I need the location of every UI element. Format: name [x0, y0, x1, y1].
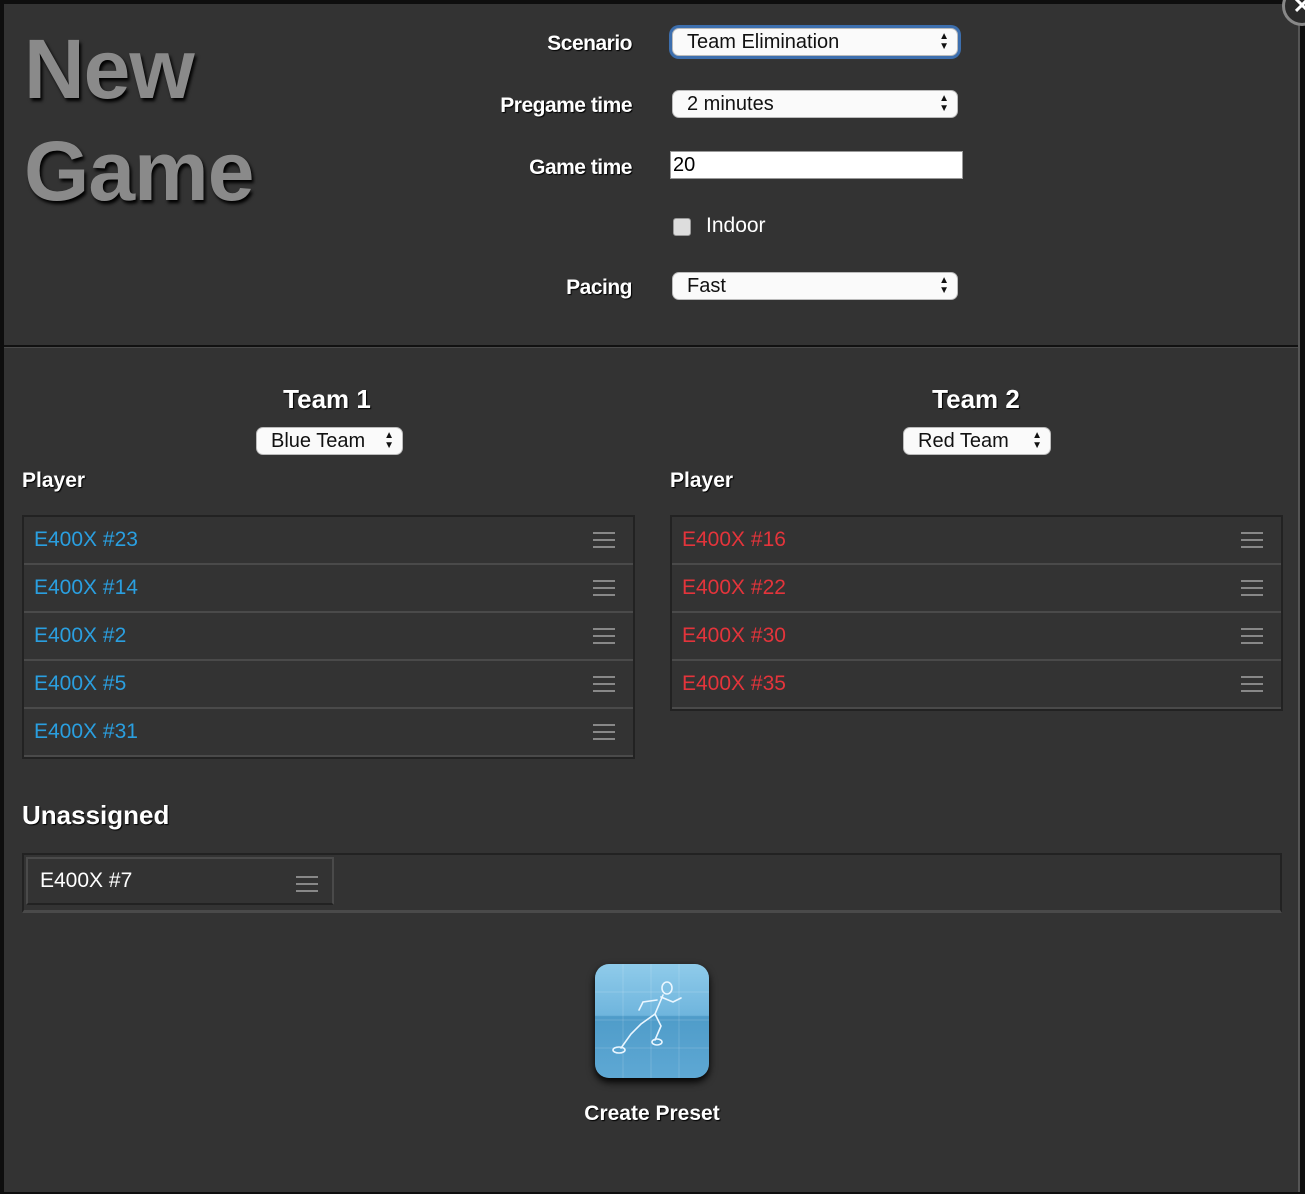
player-row[interactable]: E400X #14 [24, 565, 633, 613]
drag-handle-icon[interactable] [296, 876, 318, 897]
player-name: E400X #7 [40, 869, 133, 892]
select-arrows-icon: ▲ ▼ [939, 93, 949, 114]
player-row[interactable]: E400X #35 [672, 661, 1281, 709]
drag-handle-icon[interactable] [1241, 628, 1263, 649]
player-name: E400X #30 [682, 624, 786, 647]
pacing-select[interactable]: Fast ▲ ▼ [672, 272, 958, 300]
select-arrows-icon: ▲ ▼ [384, 430, 394, 451]
player-row[interactable]: E400X #16 [672, 517, 1281, 565]
scenario-value: Team Elimination [687, 31, 840, 53]
scenario-select[interactable]: Team Elimination ▲ ▼ [672, 28, 958, 56]
team1-value: Blue Team [271, 430, 366, 452]
player-name: E400X #2 [34, 624, 127, 647]
page-title: New Game [24, 18, 254, 222]
team2-player-list: E400X #16 E400X #22 E400X #30 E400X #35 [670, 515, 1283, 711]
unassigned-heading: Unassigned [22, 800, 170, 830]
player-row[interactable]: E400X #23 [24, 517, 633, 565]
title-line-2: Game [24, 124, 254, 218]
game-time-input[interactable]: 20 [670, 151, 963, 179]
team2-player-header: Player [670, 469, 734, 492]
team1-select[interactable]: Blue Team ▲ ▼ [256, 427, 403, 455]
create-preset-label: Create Preset [584, 1102, 720, 1125]
team2-heading: Team 2 [932, 384, 1020, 414]
pacing-label: Pacing [566, 276, 632, 299]
pacing-value: Fast [687, 275, 726, 297]
indoor-checkbox[interactable] [673, 218, 691, 236]
pregame-time-value: 2 minutes [687, 93, 774, 115]
team1-player-list: E400X #23 E400X #14 E400X #2 E400X #5 E400X … [22, 515, 635, 759]
player-name: E400X #31 [34, 720, 138, 743]
drag-handle-icon[interactable] [593, 532, 615, 553]
team2-select[interactable]: Red Team ▲ ▼ [903, 427, 1051, 455]
player-name: E400X #16 [682, 528, 786, 551]
indoor-label[interactable]: Indoor [706, 214, 766, 238]
select-arrows-icon: ▲ ▼ [1032, 430, 1042, 451]
team1-heading: Team 1 [283, 384, 371, 414]
scenario-label: Scenario [547, 32, 632, 55]
section-divider [4, 345, 1298, 348]
player-row[interactable]: E400X #5 [24, 661, 633, 709]
unassigned-list: E400X #7 [22, 853, 1282, 913]
player-row[interactable]: E400X #22 [672, 565, 1281, 613]
create-preset-button[interactable] [595, 964, 709, 1078]
running-figure-icon [595, 964, 709, 1078]
new-game-dialog: ✕ New Game Scenario Team Elimination ▲ ▼ … [4, 0, 1305, 1192]
drag-handle-icon[interactable] [1241, 580, 1263, 601]
pregame-time-label: Pregame time [500, 94, 632, 117]
close-icon: ✕ [1292, 0, 1305, 18]
game-time-label: Game time [529, 156, 632, 179]
title-line-1: New [24, 22, 195, 116]
select-arrows-icon: ▲ ▼ [939, 275, 949, 296]
drag-handle-icon[interactable] [593, 580, 615, 601]
drag-handle-icon[interactable] [593, 628, 615, 649]
pregame-time-select[interactable]: 2 minutes ▲ ▼ [672, 90, 958, 118]
player-name: E400X #35 [682, 672, 786, 695]
drag-handle-icon[interactable] [593, 724, 615, 745]
player-row[interactable]: E400X #2 [24, 613, 633, 661]
unassigned-player-item[interactable]: E400X #7 [26, 857, 334, 905]
drag-handle-icon[interactable] [1241, 676, 1263, 697]
player-name: E400X #23 [34, 528, 138, 551]
close-button[interactable]: ✕ [1282, 0, 1305, 26]
select-arrows-icon: ▲ ▼ [939, 31, 949, 52]
player-row[interactable]: E400X #30 [672, 613, 1281, 661]
player-name: E400X #22 [682, 576, 786, 599]
drag-handle-icon[interactable] [1241, 532, 1263, 553]
player-name: E400X #14 [34, 576, 138, 599]
team1-player-header: Player [22, 469, 86, 492]
team2-value: Red Team [918, 430, 1009, 452]
player-name: E400X #5 [34, 672, 127, 695]
player-row[interactable]: E400X #31 [24, 709, 633, 757]
drag-handle-icon[interactable] [593, 676, 615, 697]
